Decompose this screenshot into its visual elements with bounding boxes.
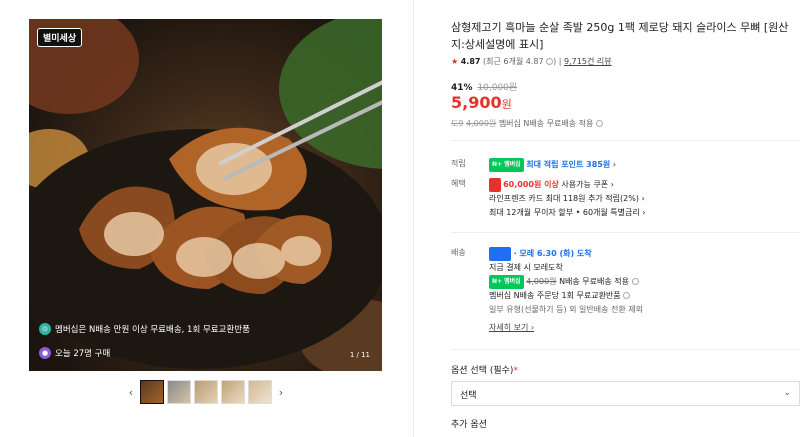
brand-logo: 별미세상: [37, 28, 83, 47]
option-select[interactable]: 선택 ⌄: [451, 381, 800, 406]
delivery-label: 배송: [451, 248, 466, 257]
prev-arrow-icon[interactable]: ‹: [125, 386, 137, 399]
discount-percent: 41%: [451, 83, 473, 93]
review-count-link[interactable]: 9,715건 리뷰: [564, 57, 612, 66]
sale-price: 5,900원: [451, 93, 512, 112]
n-delivery-badge: N배송: [489, 247, 512, 261]
rating-score: 4.87: [460, 57, 481, 66]
installment-link[interactable]: 최대 12개월 무이자 할부 • 60개월 특별금리 ›: [489, 208, 645, 217]
membership-badge: N+ 멤버십: [489, 158, 524, 172]
exception-text: 일부 유형(선물하기 등) 외 일반배송 전환 제외: [489, 305, 643, 314]
thumbnail[interactable]: [221, 380, 245, 404]
purchase-count-text: 오늘 27명 구매: [55, 349, 111, 359]
points-label: 적립: [451, 159, 466, 168]
card-benefit-link[interactable]: 라인프렌즈 카드 최대 118원 추가 적립(2%) ›: [489, 194, 645, 203]
thumbnail[interactable]: [248, 380, 272, 404]
member-shipping-text: 멤버십 N배송 무료배송 적용: [498, 119, 594, 128]
membership-badge: N+ 멤버십: [489, 275, 524, 289]
free-shipping-text: N배송 무료배송 적용: [559, 277, 630, 286]
discount-row: 41% 10,000원: [451, 80, 517, 93]
original-fee: 4,000원: [526, 277, 557, 286]
member-label: 도9: [451, 119, 464, 128]
option-label: 옵션 선택 (필수)*: [451, 363, 518, 376]
member-original-fee: 4,000원: [466, 119, 497, 128]
divider: [451, 349, 800, 350]
sale-price-unit: 원: [501, 98, 512, 111]
thumbnail[interactable]: [167, 380, 191, 404]
column-divider: [413, 0, 414, 437]
divider: [451, 140, 800, 141]
required-mark: *: [513, 366, 518, 376]
thumbnail-strip: ‹ ›: [125, 380, 287, 404]
info-icon[interactable]: [595, 120, 603, 127]
people-icon: ●: [39, 347, 51, 359]
coupon-link[interactable]: 사용가능 쿠폰 ›: [561, 180, 613, 189]
original-price: 10,000원: [477, 83, 518, 93]
product-title: 삼형제고기 흑마늘 순살 족발 250g 1팩 제로당 돼지 슬라이스 무뼈 […: [451, 21, 789, 51]
exchange-text: 멤버십 N배송 주문당 1회 무료교환반품: [489, 291, 621, 300]
rating-detail: (최근 6개월 4.87: [483, 57, 544, 66]
info-icon[interactable]: [546, 58, 554, 65]
membership-promo-text: 멤버십은 N배송 만원 이상 무료배송, 1회 무료교환반품: [55, 325, 250, 335]
points-link[interactable]: 최대 적립 포인트 385원: [526, 160, 610, 169]
extra-option-label: 추가 옵션: [451, 420, 487, 430]
coupon-icon: 쿠: [489, 178, 501, 192]
member-shipping-note: 도9 4,000원 멤버십 N배송 무료배송 적용: [451, 118, 603, 129]
perks-label: 혜택: [451, 179, 466, 188]
info-icon[interactable]: [631, 278, 639, 285]
info-icon[interactable]: [623, 292, 631, 299]
pork-hock-illustration: [29, 19, 382, 371]
order-note: 지금 결제 시 모레도착: [489, 263, 563, 272]
delivery-icon: ⊙: [39, 323, 51, 335]
option-select-value: 선택: [460, 391, 477, 401]
arrival-date: · 모레 6.30 (화) 도착: [513, 249, 592, 258]
star-icon: ★: [451, 57, 459, 66]
divider: [451, 232, 800, 233]
option-label-text: 옵션 선택 (필수): [451, 366, 514, 376]
details-link[interactable]: 자세히 보기 ›: [489, 321, 534, 335]
sale-price-value: 5,900: [451, 93, 502, 112]
coupon-amount: 60,000원 이상: [503, 180, 559, 189]
rating-row: ★ 4.87 (최근 6개월 4.87 ) | 9,715건 리뷰: [451, 57, 612, 66]
chevron-down-icon: ⌄: [783, 388, 791, 398]
membership-promo: ⊙ 멤버십은 N배송 만원 이상 무료배송, 1회 무료교환반품: [39, 323, 250, 335]
thumbnail[interactable]: [140, 380, 164, 404]
next-arrow-icon[interactable]: ›: [275, 386, 287, 399]
thumbnail[interactable]: [194, 380, 218, 404]
image-counter: 1 / 11: [349, 351, 370, 359]
product-main-image[interactable]: 별미세상 ⊙ 멤버십은 N배송 만원 이상 무료배송, 1회 무료교환반품 ● …: [29, 19, 382, 371]
purchase-count: ● 오늘 27명 구매: [39, 347, 110, 359]
